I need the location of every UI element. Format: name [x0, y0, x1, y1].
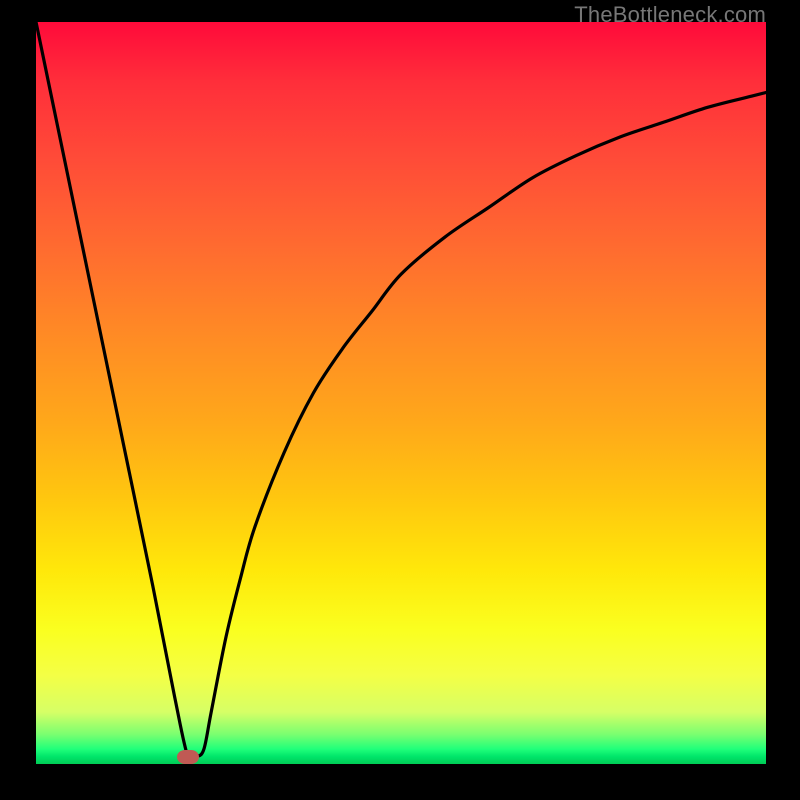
- bottleneck-curve: [36, 22, 766, 764]
- plot-area: [36, 22, 766, 764]
- chart-frame: TheBottleneck.com: [0, 0, 800, 800]
- minimum-marker: [177, 750, 199, 764]
